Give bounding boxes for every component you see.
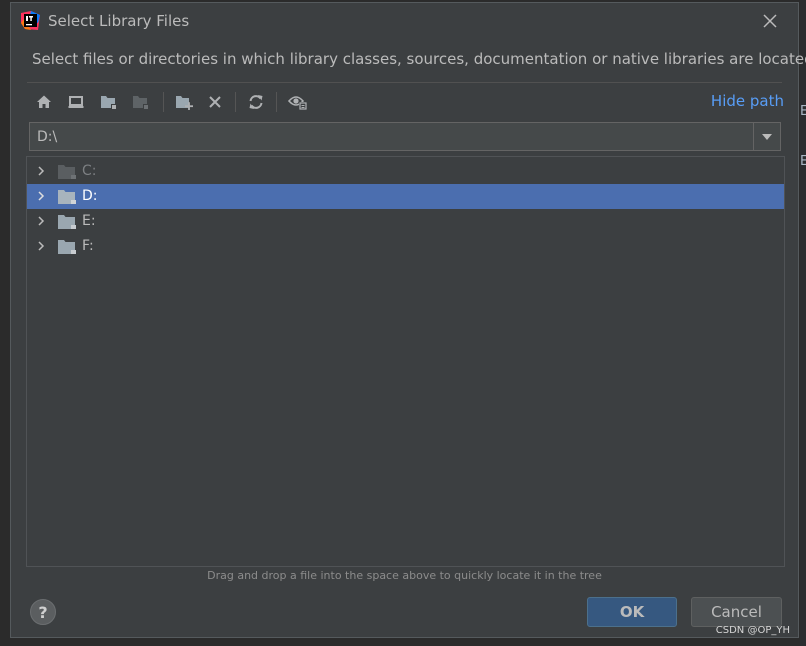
toolbar-separator	[235, 92, 236, 112]
refresh-icon	[249, 95, 263, 109]
new-folder-button[interactable]	[171, 89, 197, 115]
show-hidden-icon	[288, 96, 307, 110]
drive-folder-icon	[58, 215, 76, 229]
show-hidden-button[interactable]	[285, 89, 311, 115]
project-folder-icon	[101, 96, 117, 110]
module-folder-icon	[133, 96, 149, 110]
delete-button[interactable]	[202, 89, 228, 115]
desktop-icon	[68, 96, 84, 108]
dialog-title: Select Library Files	[48, 12, 190, 30]
drag-drop-hint: Drag and drop a file into the space abov…	[207, 569, 602, 582]
title-bar: Select Library Files	[11, 3, 798, 39]
chevron-right-icon[interactable]	[35, 165, 47, 177]
tree-item-f-drive[interactable]: F:	[27, 234, 784, 259]
toolbar-separator	[163, 92, 164, 112]
chevron-right-icon[interactable]	[35, 240, 47, 252]
project-folder-button[interactable]	[96, 89, 122, 115]
watermark-text: CSDN @OP_YH	[715, 625, 790, 636]
intellij-app-icon	[21, 11, 40, 30]
drive-folder-icon	[58, 240, 76, 254]
drive-folder-icon	[58, 190, 76, 204]
module-folder-button[interactable]	[128, 89, 154, 115]
background-window-edge	[800, 0, 806, 646]
file-system-tree[interactable]: C: D: E: F:	[26, 156, 785, 567]
tree-item-label: E:	[82, 213, 96, 229]
home-button[interactable]	[31, 89, 57, 115]
close-icon[interactable]	[760, 11, 780, 31]
tree-item-d-drive[interactable]: D:	[27, 184, 784, 209]
toolbar-separator	[276, 92, 277, 112]
delete-icon	[209, 96, 221, 108]
new-folder-icon	[176, 96, 193, 110]
cancel-button[interactable]: Cancel	[691, 597, 782, 627]
desktop-button[interactable]	[63, 89, 89, 115]
chevron-right-icon[interactable]	[35, 190, 47, 202]
file-chooser-toolbar	[31, 89, 331, 115]
chevron-right-icon[interactable]	[35, 215, 47, 227]
help-button[interactable]: ?	[30, 599, 56, 625]
background-text-fragment: E	[800, 104, 806, 119]
ok-button[interactable]: OK	[587, 597, 677, 627]
chevron-down-icon	[762, 133, 772, 140]
drive-folder-icon	[58, 165, 76, 179]
select-library-files-dialog: Select Library Files Select files or dir…	[10, 2, 806, 638]
hide-path-link[interactable]: Hide path	[711, 92, 784, 110]
path-combo-box[interactable]	[29, 122, 781, 151]
home-icon	[37, 95, 51, 108]
tree-item-label: D:	[82, 188, 98, 204]
question-mark-icon: ?	[38, 602, 48, 622]
header-divider	[27, 82, 782, 83]
tree-item-c-drive[interactable]: C:	[27, 159, 784, 184]
tree-item-e-drive[interactable]: E:	[27, 209, 784, 234]
tree-item-label: F:	[82, 238, 94, 254]
tree-item-label: C:	[82, 163, 97, 179]
background-text-fragment: E	[800, 154, 806, 169]
dialog-description: Select files or directories in which lib…	[32, 50, 806, 68]
path-field[interactable]	[30, 123, 752, 150]
path-dropdown-button[interactable]	[753, 123, 780, 150]
refresh-button[interactable]	[243, 89, 269, 115]
